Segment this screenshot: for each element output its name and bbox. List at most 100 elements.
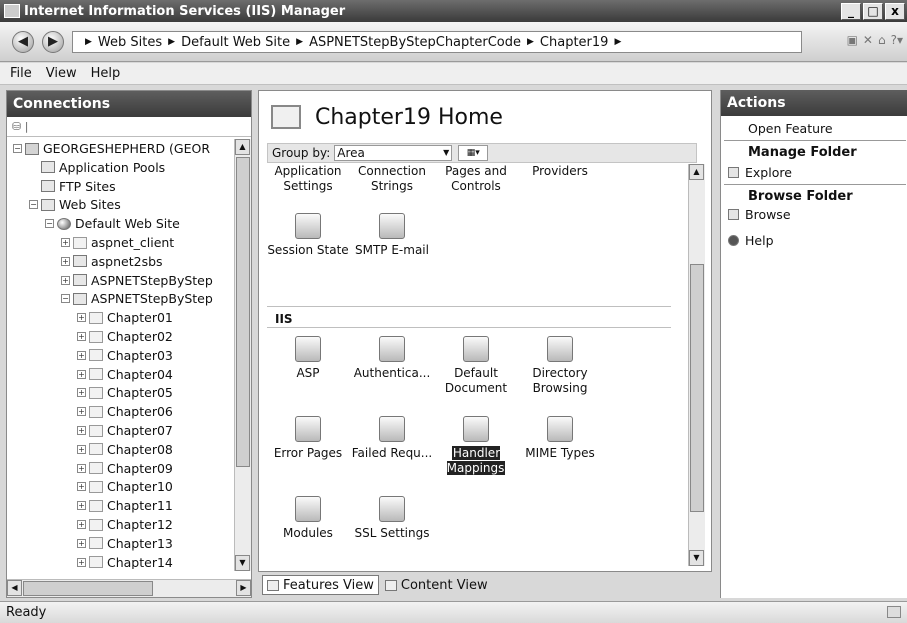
create-connection-icon[interactable]: ⛁ xyxy=(12,120,21,133)
open-feature-action[interactable]: Open Feature xyxy=(721,121,907,136)
expand-icon[interactable]: + xyxy=(77,407,86,417)
expand-icon[interactable]: + xyxy=(77,313,86,323)
menu-view[interactable]: View xyxy=(46,66,77,81)
menu-file[interactable]: File xyxy=(10,66,32,81)
expand-icon[interactable]: + xyxy=(77,369,86,379)
expand-icon[interactable]: + xyxy=(77,538,86,548)
minimize-button[interactable]: _ xyxy=(841,2,861,20)
tree-node[interactable]: + Chapter01 xyxy=(77,308,173,327)
collapse-icon[interactable]: − xyxy=(13,144,22,153)
home-icon[interactable]: ⌂ xyxy=(878,33,886,47)
tree-node[interactable]: + aspnet_client xyxy=(61,233,174,252)
maximize-button[interactable]: □ xyxy=(863,2,883,20)
collapse-icon[interactable]: − xyxy=(29,200,38,210)
breadcrumb-chapter-code[interactable]: ASPNETStepByStepChapterCode xyxy=(309,35,521,50)
menu-help[interactable]: Help xyxy=(91,66,121,81)
scroll-down-button[interactable]: ▼ xyxy=(689,550,704,566)
back-button[interactable]: ◀ xyxy=(12,31,34,53)
tree-node[interactable]: + Chapter12 xyxy=(77,515,173,534)
folder-icon xyxy=(89,349,103,362)
scroll-up-button[interactable]: ▲ xyxy=(689,164,704,180)
feature-application-settings[interactable]: Application Settings xyxy=(267,164,349,194)
expand-icon[interactable]: + xyxy=(61,275,70,285)
feature-smtp-email[interactable]: SMTP E-mail xyxy=(351,213,433,258)
explore-action[interactable]: Explore xyxy=(721,165,907,180)
tree-node[interactable]: + aspnet2sbs xyxy=(61,252,163,271)
collapse-icon[interactable]: − xyxy=(61,294,70,304)
tree-horizontal-scrollbar[interactable]: ◀ ▶ xyxy=(7,579,251,597)
tab-features-view[interactable]: Features View xyxy=(262,575,379,595)
help-dropdown-icon[interactable]: ?▾ xyxy=(891,33,903,47)
tree-node[interactable]: − GEORGESHEPHERD (GEOR xyxy=(13,139,210,158)
group-by-select[interactable]: Area ▼ xyxy=(334,145,453,161)
tree-vertical-scrollbar[interactable]: ▲ ▼ xyxy=(234,139,251,571)
tree-node[interactable]: Application Pools xyxy=(29,158,165,177)
scroll-left-button[interactable]: ◀ xyxy=(7,580,22,596)
close-button[interactable]: x xyxy=(885,2,905,20)
tree-node[interactable]: − ASPNETStepByStep xyxy=(61,289,213,308)
scroll-down-button[interactable]: ▼ xyxy=(235,555,250,571)
feature-label: SSL Settings xyxy=(354,526,430,540)
tree-node[interactable]: + Chapter14 xyxy=(77,553,173,569)
scroll-thumb[interactable] xyxy=(236,157,250,467)
tree-node[interactable]: + Chapter03 xyxy=(77,346,173,365)
breadcrumb-chapter19[interactable]: Chapter19 xyxy=(540,35,609,50)
tree-node[interactable]: + Chapter06 xyxy=(77,402,173,421)
expand-icon[interactable]: + xyxy=(77,557,86,567)
feature-failed-requests[interactable]: Failed Requ... xyxy=(351,416,433,461)
tree-node[interactable]: + Chapter13 xyxy=(77,534,173,553)
expand-icon[interactable]: + xyxy=(77,350,86,360)
tab-content-view[interactable]: Content View xyxy=(381,575,492,595)
feature-handler-mappings[interactable]: Handler Mappings xyxy=(435,416,517,476)
feature-connection-strings[interactable]: Connection Strings xyxy=(351,164,433,194)
feature-providers[interactable]: Providers xyxy=(519,164,601,179)
feature-error-pages[interactable]: Error Pages xyxy=(267,416,349,461)
expand-icon[interactable]: + xyxy=(77,444,86,454)
help-action[interactable]: Help xyxy=(721,233,907,248)
feature-directory-browsing[interactable]: Directory Browsing xyxy=(519,336,601,396)
feature-modules[interactable]: Modules xyxy=(267,496,349,541)
breadcrumb-default-web-site[interactable]: Default Web Site xyxy=(181,35,290,50)
tree-node[interactable]: − Web Sites xyxy=(29,195,121,214)
feature-mime-types[interactable]: MIME Types xyxy=(519,416,601,461)
expand-icon[interactable]: + xyxy=(61,256,70,266)
stop-icon[interactable]: ✕ xyxy=(863,33,873,47)
browse-action[interactable]: Browse xyxy=(721,207,907,222)
tree-node[interactable]: + Chapter08 xyxy=(77,440,173,459)
feature-pages-controls[interactable]: Pages and Controls xyxy=(435,164,517,194)
features-vertical-scrollbar[interactable]: ▲ ▼ xyxy=(688,164,705,566)
breadcrumb-web-sites[interactable]: Web Sites xyxy=(98,35,162,50)
tree-node[interactable]: + Chapter09 xyxy=(77,459,173,478)
feature-authentication[interactable]: Authentica... xyxy=(351,336,433,381)
expand-icon[interactable]: + xyxy=(77,426,86,435)
tree-node[interactable]: + Chapter04 xyxy=(77,365,173,384)
expand-icon[interactable]: + xyxy=(77,463,86,473)
tree-node[interactable]: + Chapter05 xyxy=(77,383,173,402)
breadcrumb[interactable]: ▶ Web Sites ▶ Default Web Site ▶ ASPNETS… xyxy=(72,31,802,53)
tree-node[interactable]: + ASPNETStepByStep xyxy=(61,271,213,290)
expand-icon[interactable]: + xyxy=(61,238,70,247)
scroll-up-button[interactable]: ▲ xyxy=(235,139,250,155)
feature-default-document[interactable]: Default Document xyxy=(435,336,517,396)
feature-ssl-settings[interactable]: SSL Settings xyxy=(351,496,433,541)
expand-icon[interactable]: + xyxy=(77,332,86,341)
tree-node[interactable]: + Chapter02 xyxy=(77,327,173,346)
tree-node[interactable]: + Chapter10 xyxy=(77,477,173,496)
tree-node[interactable]: FTP Sites xyxy=(29,177,116,196)
feature-session-state[interactable]: Session State xyxy=(267,213,349,258)
tree-node[interactable]: + Chapter07 xyxy=(77,421,173,440)
expand-icon[interactable]: + xyxy=(77,501,86,511)
scroll-thumb[interactable] xyxy=(23,581,153,596)
feature-asp[interactable]: ASP xyxy=(267,336,349,381)
collapse-icon[interactable]: − xyxy=(45,219,54,229)
scroll-thumb[interactable] xyxy=(690,264,704,512)
expand-icon[interactable]: + xyxy=(77,388,86,398)
expand-icon[interactable]: + xyxy=(77,482,86,492)
expand-icon[interactable]: + xyxy=(77,520,86,529)
tree-node[interactable]: − Default Web Site xyxy=(45,214,180,233)
connect-icon[interactable]: ▣ xyxy=(847,33,858,47)
forward-button[interactable]: ▶ xyxy=(42,31,64,53)
tree-node[interactable]: + Chapter11 xyxy=(77,496,173,515)
view-mode-dropdown[interactable]: ▦▾ xyxy=(458,145,489,161)
scroll-right-button[interactable]: ▶ xyxy=(236,580,251,596)
